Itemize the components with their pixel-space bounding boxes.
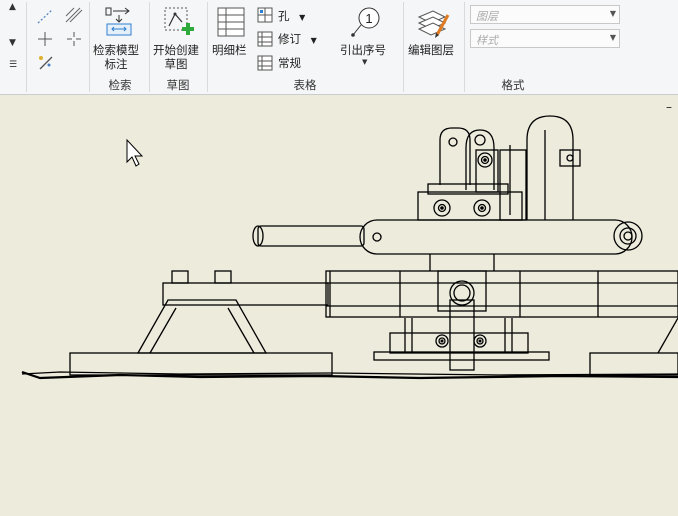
group-sketch: 草图 <box>166 78 190 92</box>
hole-label: 孔 <box>278 9 290 23</box>
scroll-down-icon[interactable]: ▼ <box>9 38 16 48</box>
annotation-tools-icons[interactable] <box>34 5 86 73</box>
balloon-number: 1 <box>365 11 372 26</box>
group-table: 表格 <box>293 78 317 92</box>
style-select-placeholder: 样式 <box>476 34 498 47</box>
edit-layer-button[interactable]: 编辑图层 <box>408 43 454 57</box>
revision-table-button[interactable]: 修订 ▼ <box>278 32 317 48</box>
hole-table-icon[interactable] <box>257 7 273 23</box>
layer-select-placeholder: 图层 <box>476 10 498 23</box>
regular-table-icon[interactable] <box>257 55 273 71</box>
style-select[interactable]: 样式 ▼ <box>470 29 620 48</box>
retrieve-annotation-button[interactable]: 检索模型 标注 <box>93 43 139 71</box>
revision-dropdown-icon[interactable]: ▼ <box>311 36 317 45</box>
group-format: 格式 <box>501 78 525 92</box>
start-sketch-label: 开始创建 草图 <box>153 43 199 71</box>
revision-label: 修订 <box>278 32 301 46</box>
hole-dropdown-icon[interactable]: ▼ <box>299 13 305 22</box>
balloon-dropdown-icon[interactable]: ▼ <box>362 58 367 66</box>
ribbon-toolbar: ▲ ▼ ☰ 检索模型 标注 检索 开始创建 草图 草图 明细栏 孔 ▼ 修订 ▼… <box>0 0 678 95</box>
scroll-up-icon[interactable]: ▲ <box>9 2 16 12</box>
retrieve-annotation-label: 检索模型 标注 <box>93 43 139 71</box>
layer-dropdown-icon[interactable]: ▼ <box>610 9 616 18</box>
bom-table-button[interactable]: 明细栏 <box>212 43 247 57</box>
edit-layer-icon[interactable] <box>415 5 451 39</box>
bom-table-icon[interactable] <box>216 6 246 38</box>
revision-table-icon[interactable] <box>257 31 273 47</box>
drawing-canvas[interactable]: – <box>0 96 678 516</box>
mechanical-drawing <box>21 115 678 380</box>
mouse-cursor-icon <box>126 138 144 167</box>
edit-layer-label: 编辑图层 <box>408 43 454 57</box>
style-dropdown-icon[interactable]: ▼ <box>610 33 616 42</box>
expand-icon[interactable]: ☰ <box>9 60 17 70</box>
start-sketch-button[interactable]: 开始创建 草图 <box>153 43 199 71</box>
layer-select[interactable]: 图层 ▼ <box>470 5 620 24</box>
new-sketch-icon[interactable] <box>162 5 196 39</box>
regular-label: 常规 <box>278 56 301 70</box>
group-retrieve: 检索 <box>108 78 132 92</box>
balloon-label: 引出序号 <box>340 43 386 57</box>
balloon-icon[interactable]: 1 <box>349 5 383 39</box>
bom-table-label: 明细栏 <box>212 43 247 57</box>
balloon-button[interactable]: 引出序号 <box>340 43 386 57</box>
regular-table-button[interactable]: 常规 <box>278 56 301 70</box>
retrieve-annotation-icon[interactable] <box>103 5 135 37</box>
hole-table-button[interactable]: 孔 ▼ <box>278 9 305 25</box>
